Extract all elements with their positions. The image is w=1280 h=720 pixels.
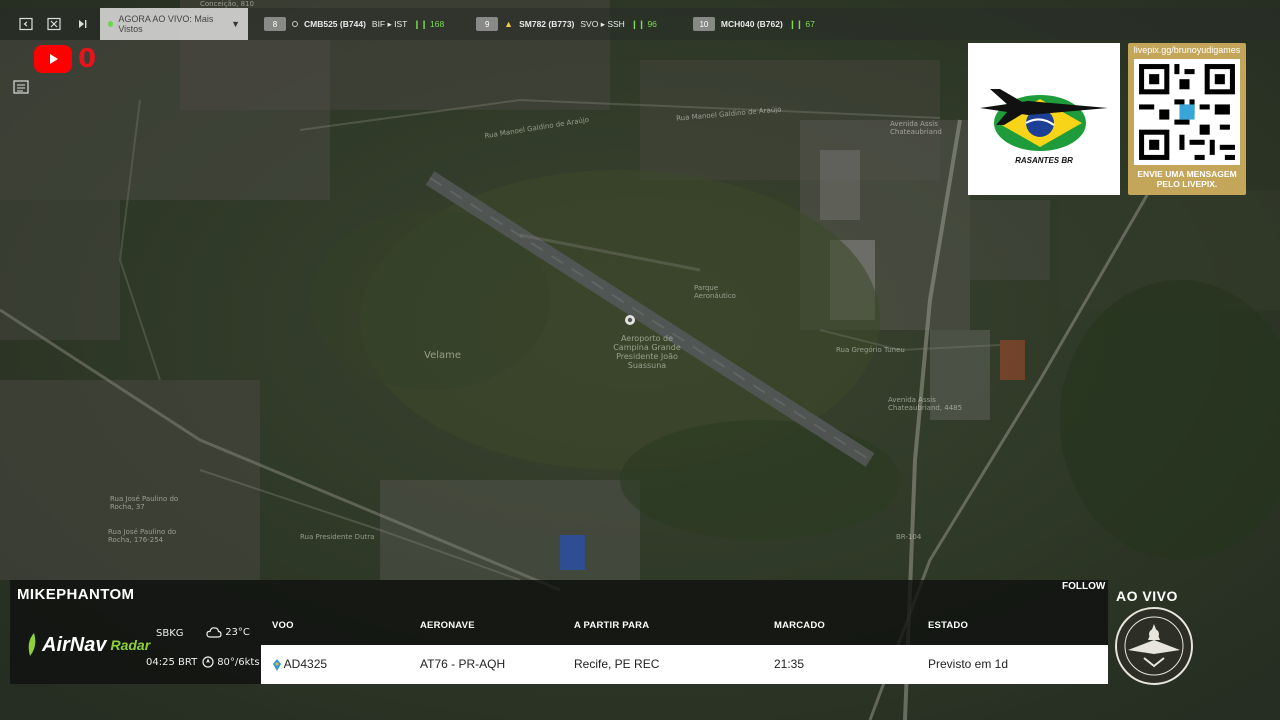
chevron-down-icon: ▼ <box>231 19 240 29</box>
airnav-radar-logo: AirNav Radar <box>24 632 150 658</box>
streamer-username: MIKEPHANTOM <box>17 586 135 603</box>
flight-route: BIF ▸ IST <box>371 18 408 29</box>
live-dot-icon <box>108 21 114 27</box>
top-bar: AGORA AO VIVO: Mais Vistos ▼ 8 CMB525 (B… <box>0 8 1280 40</box>
header-status: ESTADO <box>928 620 969 631</box>
flight-chip[interactable]: 10 MCH040 (B762) ❙❙ 67 <box>692 8 815 40</box>
cell-status: Previsto em 1d <box>928 657 1009 671</box>
viewers-count: ❙❙ 96 <box>630 18 657 29</box>
flight-callsign: CMB525 (B744) <box>304 19 366 29</box>
airnav-leaf-icon <box>28 633 36 656</box>
map-label-street: Avenida Assis Chateaubriand, 4485 <box>888 396 963 412</box>
status-dot-icon <box>292 21 298 27</box>
map-label-velame: Velame <box>424 350 462 361</box>
fullscreen-exit-icon[interactable] <box>40 8 68 40</box>
cell-aircraft: AT76 - PR-AQH <box>420 657 506 671</box>
header-scheduled: MARCADO <box>774 620 826 631</box>
sponsor-brand: RASANTES BR <box>1015 156 1073 165</box>
flight-callsign: SM782 (B773) <box>519 19 575 29</box>
qr-code-icon <box>1134 59 1240 165</box>
map-label-street: Conceição, 810 <box>200 0 254 8</box>
jet-flag-logo <box>980 89 1108 151</box>
cell-flight: AD4325 <box>273 657 327 671</box>
viewers-count: ❙❙ 67 <box>788 18 815 29</box>
live-category-dropdown[interactable]: AGORA AO VIVO: Mais Vistos ▼ <box>100 8 248 40</box>
flight-route: SVO ▸ SSH <box>580 18 625 29</box>
header-route: A PARTIR PARA <box>574 620 650 631</box>
qr-message: ENVIE UMA MENSAGEM PELO LIVEPIX. <box>1137 169 1237 189</box>
flight-rank: 9 <box>476 17 499 31</box>
map-label-street: Rua Presidente Dutra <box>300 533 375 541</box>
map-label-street: Rua José Paulino do Rocha, 176-254 <box>108 528 177 544</box>
flight-rank: 8 <box>264 17 286 31</box>
youtube-counter: 0 <box>34 44 96 74</box>
airline-icon <box>273 658 281 671</box>
wind: 80°/6kts <box>202 656 260 668</box>
map-label-street: Avenida Assis Chateaubriand <box>890 120 942 136</box>
follow-button[interactable]: FOLLOW <box>1062 581 1105 592</box>
youtube-icon <box>34 45 72 73</box>
header-aircraft: AERONAVE <box>420 620 475 631</box>
local-time: 04:25 BRT <box>146 657 198 668</box>
skip-next-icon[interactable] <box>68 8 96 40</box>
flight-callsign: MCH040 (B762) <box>720 19 783 29</box>
viewers-count: ❙❙ 168 <box>413 18 445 29</box>
qr-url: livepix.gg/brunoyudigames <box>1133 45 1241 55</box>
temperature: 23°C <box>206 626 250 638</box>
map-label-street: Parque Aeronáutico <box>694 284 736 300</box>
table-row[interactable]: AD4325 AT76 - PR-AQH Recife, PE REC 21:3… <box>261 645 1108 684</box>
warning-icon: ▲ <box>504 19 514 29</box>
map-label-airport: Aeroporto de Campina Grande Presidente J… <box>613 334 681 370</box>
map-label-street: Rua Gregório Tuneu <box>836 346 905 354</box>
flight-rank: 10 <box>692 17 715 31</box>
collapse-sidebar-icon[interactable] <box>12 8 40 40</box>
cloud-icon <box>206 627 222 638</box>
youtube-count: 0 <box>78 44 97 74</box>
airport-code: SBKG <box>156 628 184 639</box>
list-panel-icon[interactable] <box>12 78 30 96</box>
wind-icon <box>202 656 214 668</box>
livepix-qr[interactable]: livepix.gg/brunoyudigames ENVIE UMA MENS… <box>1128 43 1246 195</box>
cell-scheduled: 21:35 <box>774 657 805 671</box>
sponsor-logo: RASANTES BR <box>968 43 1120 195</box>
live-category-label: AGORA AO VIVO: Mais Vistos <box>118 14 214 34</box>
flight-chip[interactable]: 8 CMB525 (B744) BIF ▸ IST ❙❙ 168 <box>264 8 444 40</box>
flight-info-panel: MIKEPHANTOM AirNav Radar SBKG 04:25 BRT … <box>10 580 1108 684</box>
live-label: AO VIVO <box>1116 588 1178 604</box>
cell-route: Recife, PE REC <box>574 657 660 671</box>
flight-chip[interactable]: 9 ▲ SM782 (B773) SVO ▸ SSH ❙❙ 96 <box>476 8 657 40</box>
map-label-street: Rua José Paulino do Rocha, 37 <box>110 495 179 511</box>
channel-badge-icon <box>1115 607 1193 685</box>
map-label-street: BR-104 <box>896 533 922 541</box>
header-flight: VOO <box>272 620 294 631</box>
